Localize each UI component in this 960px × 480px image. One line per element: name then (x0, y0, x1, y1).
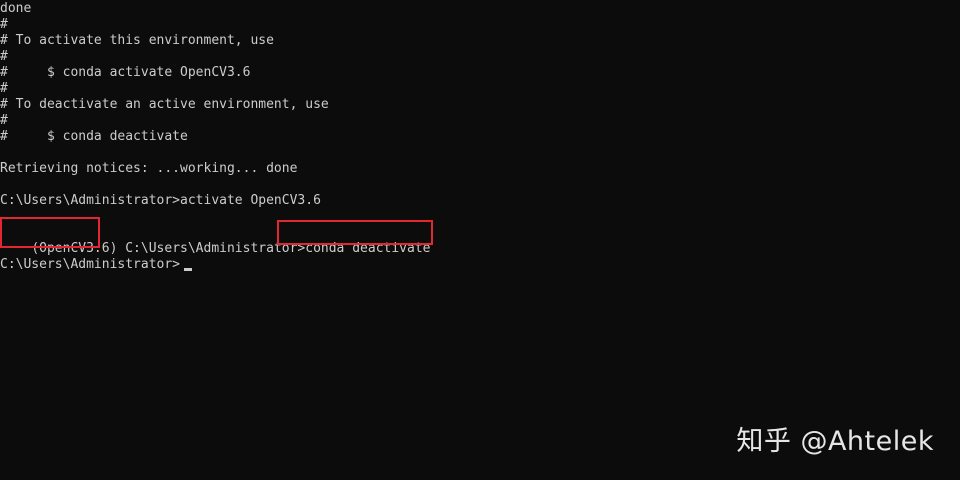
command-highlight-box (277, 220, 433, 245)
watermark-text: 知乎 @Ahtelek (736, 426, 934, 457)
text-cursor (184, 268, 192, 271)
terminal-line: # $ conda activate OpenCV3.6 (0, 65, 251, 80)
terminal-line: # (0, 113, 8, 128)
terminal-line: # $ conda deactivate (0, 129, 188, 144)
terminal-line: # To deactivate an active environment, u… (0, 97, 329, 112)
terminal-line: # (0, 49, 8, 64)
terminal-line: # (0, 17, 8, 32)
terminal-line: done (0, 1, 32, 16)
terminal-window[interactable]: done # # To activate this environment, u… (0, 0, 960, 480)
terminal-line: # (0, 81, 8, 96)
env-prefix-highlight-box (0, 217, 100, 248)
terminal-line: # To activate this environment, use (0, 33, 274, 48)
terminal-line: C:\Users\Administrator>activate OpenCV3.… (0, 193, 321, 208)
terminal-line: Retrieving notices: ...working... done (0, 161, 298, 176)
terminal-prompt-line: C:\Users\Administrator> (0, 257, 181, 272)
